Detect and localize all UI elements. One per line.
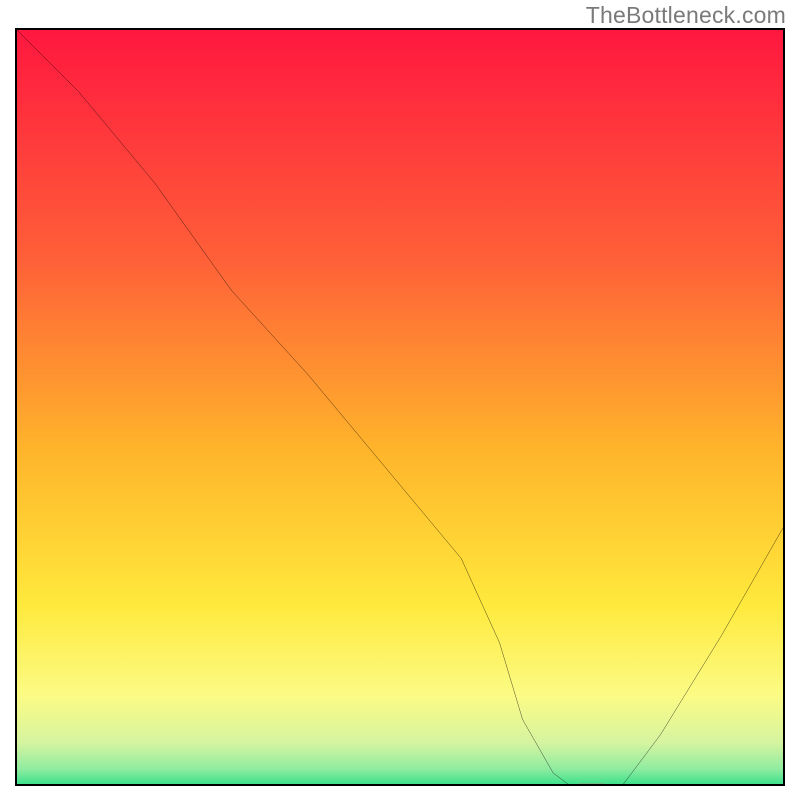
bottleneck-chart: TheBottleneck.com xyxy=(0,0,800,800)
plot-area xyxy=(15,28,785,786)
watermark-text: TheBottleneck.com xyxy=(586,2,786,29)
bottleneck-curve xyxy=(17,30,783,786)
optimum-marker xyxy=(572,784,610,786)
